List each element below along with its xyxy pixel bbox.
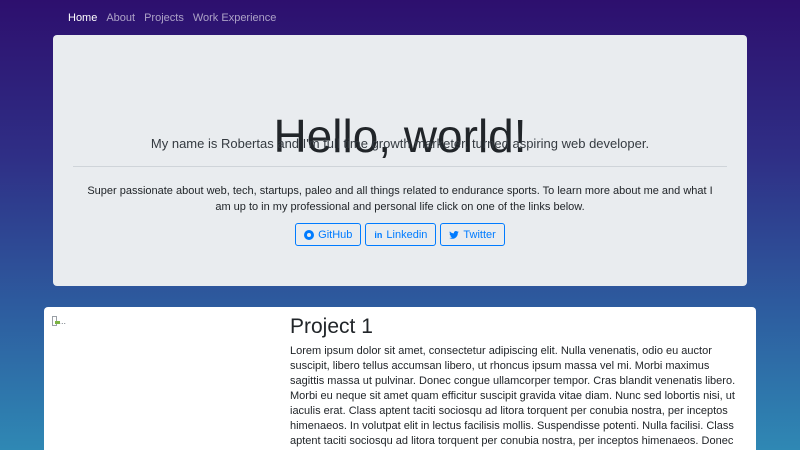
linkedin-icon: in [374, 229, 383, 240]
navbar: Home About Projects Work Experience [0, 0, 800, 35]
hero-text: Super passionate about web, tech, startu… [87, 185, 713, 213]
hero-lead: My name is Robertas and I'm full time gr… [150, 136, 650, 151]
twitter-button[interactable]: Twitter [440, 223, 505, 246]
nav-link-work-experience[interactable]: Work Experience [193, 12, 277, 24]
github-button-label: GitHub [318, 228, 353, 241]
nav-link-about[interactable]: About [106, 12, 135, 24]
nav-link-projects[interactable]: Projects [144, 12, 184, 24]
twitter-icon [449, 230, 460, 239]
github-icon [304, 229, 315, 240]
project-description: Lorem ipsum dolor sit amet, consectetur … [290, 345, 736, 447]
nav-link-home[interactable]: Home [68, 12, 97, 24]
twitter-button-label: Twitter [463, 228, 496, 241]
linkedin-button[interactable]: in Linkedin [365, 223, 437, 246]
project-image: ... [52, 315, 66, 327]
broken-image-icon [52, 316, 61, 326]
social-buttons: GitHub in Linkedin Twitter [53, 223, 747, 246]
hero-divider [73, 166, 727, 167]
project-card: ... Project 1 Lorem ipsum dolor sit amet… [44, 307, 756, 450]
project-title: Project 1 [290, 315, 373, 338]
hero-jumbotron: Hello, world! My name is Robertas and I'… [53, 35, 747, 286]
github-button[interactable]: GitHub [295, 223, 362, 246]
linkedin-button-label: Linkedin [386, 228, 428, 241]
